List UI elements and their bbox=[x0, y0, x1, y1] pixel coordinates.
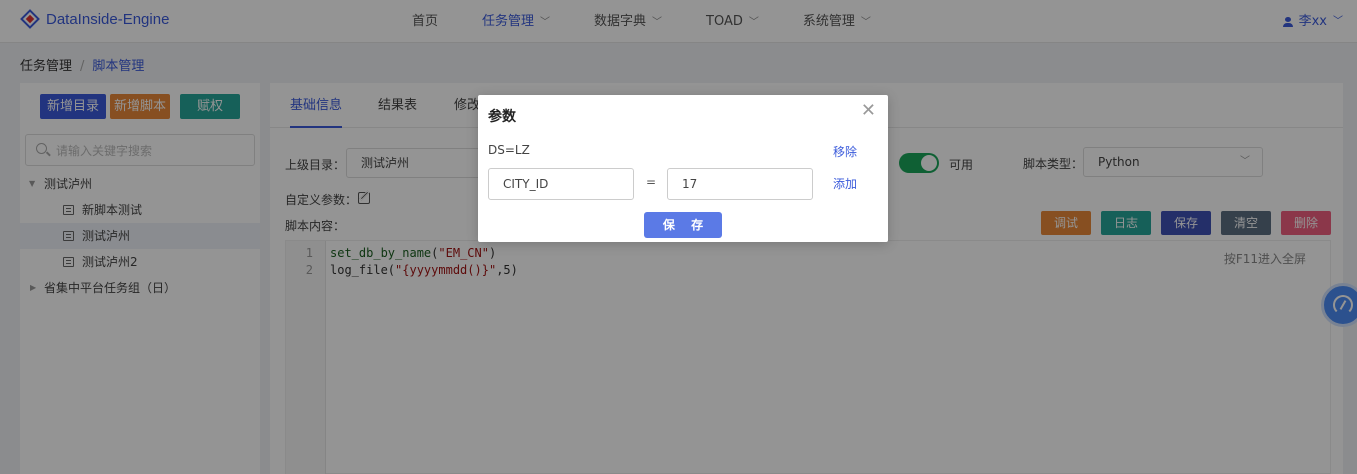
param-value-value: 17 bbox=[682, 177, 698, 191]
close-icon[interactable]: ✕ bbox=[861, 101, 876, 121]
params-dialog: 参数 ✕ DS=LZ 移除 CITY_ID = 17 添加 保 存 bbox=[478, 95, 888, 242]
add-param-link[interactable]: 添加 bbox=[833, 175, 857, 192]
dialog-save-button[interactable]: 保 存 bbox=[644, 212, 722, 238]
param-key-input[interactable]: CITY_ID bbox=[488, 168, 634, 200]
param-key-value: CITY_ID bbox=[503, 177, 549, 191]
equals-sign: = bbox=[646, 175, 657, 189]
remove-param-link[interactable]: 移除 bbox=[833, 143, 857, 160]
dialog-title: 参数 bbox=[488, 109, 516, 125]
param-value-input[interactable]: 17 bbox=[667, 168, 813, 200]
existing-param: DS=LZ bbox=[488, 143, 530, 157]
